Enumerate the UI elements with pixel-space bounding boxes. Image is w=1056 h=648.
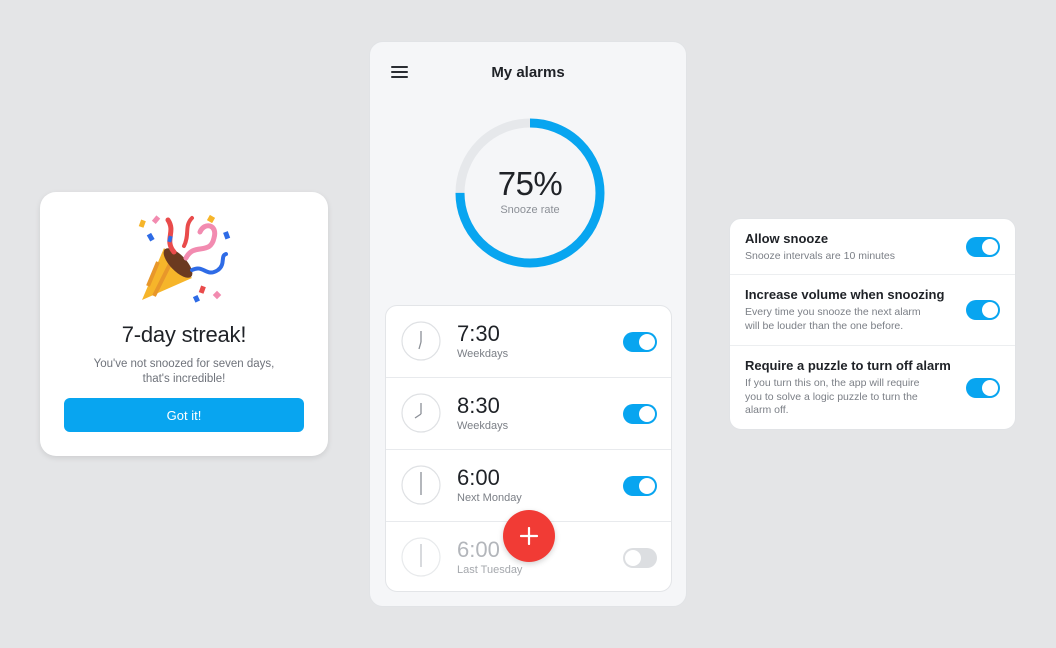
clock-icon [401, 321, 441, 361]
setting-require-puzzle: Require a puzzle to turn off alarm If yo… [730, 346, 1015, 431]
alarm-repeat: Last Tuesday [457, 564, 523, 576]
streak-title: 7-day streak! [121, 322, 247, 347]
setting-increase-volume: Increase volume when snoozing Every time… [730, 275, 1015, 346]
alarm-repeat: Weekdays [457, 420, 509, 432]
alarm-row[interactable]: 7:30 Weekdays [386, 306, 671, 378]
alarm-toggle[interactable] [623, 332, 657, 352]
setting-title: Increase volume when snoozing [745, 287, 945, 302]
clock-icon [401, 537, 441, 577]
setting-description-line: alarm off. [745, 404, 789, 416]
setting-description-line: Snooze intervals are 10 minutes [745, 250, 895, 262]
alarm-time: 6:00 [457, 465, 500, 490]
clock-icon [401, 465, 441, 505]
alarm-repeat: Weekdays [457, 348, 509, 360]
setting-description: Snooze intervals are 10 minutes [745, 250, 955, 264]
party-popper-icon [138, 214, 231, 303]
streak-description-line: You've not snoozed for seven days, [93, 358, 275, 370]
streak-description: You've not snoozed for seven days, that'… [80, 357, 288, 387]
screen-title: My alarms [491, 64, 565, 81]
snooze-rate-label: Snooze rate [500, 204, 560, 216]
alarm-toggle[interactable] [623, 548, 657, 568]
setting-description: Every time you snooze the next alarm wil… [745, 306, 955, 333]
alarm-row[interactable]: 8:30 Weekdays [386, 378, 671, 450]
snooze-rate-value: 75% [497, 165, 563, 202]
streak-description-line: that's incredible! [142, 373, 226, 385]
alarm-toggle[interactable] [623, 404, 657, 424]
alarm-toggle[interactable] [623, 476, 657, 496]
setting-title: Allow snooze [745, 231, 829, 246]
allow-snooze-toggle[interactable] [966, 237, 1000, 257]
alarms-screen: My alarms 75% Snooze rate 7:30 Weekdays … [369, 41, 687, 607]
alarm-time: 6:00 [457, 537, 500, 562]
snooze-settings-card: Allow snooze Snooze intervals are 10 min… [729, 218, 1016, 430]
require-puzzle-toggle[interactable] [966, 378, 1000, 398]
setting-allow-snooze: Allow snooze Snooze intervals are 10 min… [730, 219, 1015, 275]
plus-icon [520, 527, 538, 545]
increase-volume-toggle[interactable] [966, 300, 1000, 320]
setting-title: Require a puzzle to turn off alarm [745, 358, 951, 373]
setting-description-line: you to solve a logic puzzle to turn the [745, 390, 918, 403]
alarm-time: 7:30 [457, 321, 500, 346]
alarm-repeat: Next Monday [457, 492, 522, 504]
add-alarm-button[interactable] [503, 510, 555, 562]
setting-description: If you turn this on, the app will requir… [745, 377, 955, 418]
alarm-time: 8:30 [457, 393, 500, 418]
streak-card: 7-day streak! You've not snoozed for sev… [40, 192, 328, 456]
setting-description-line: Every time you snooze the next alarm [745, 306, 921, 318]
got-it-button[interactable]: Got it! [64, 398, 304, 432]
setting-description-line: will be louder than the one before. [745, 319, 904, 332]
setting-description-line: If you turn this on, the app will requir… [745, 377, 920, 389]
clock-icon [401, 393, 441, 433]
